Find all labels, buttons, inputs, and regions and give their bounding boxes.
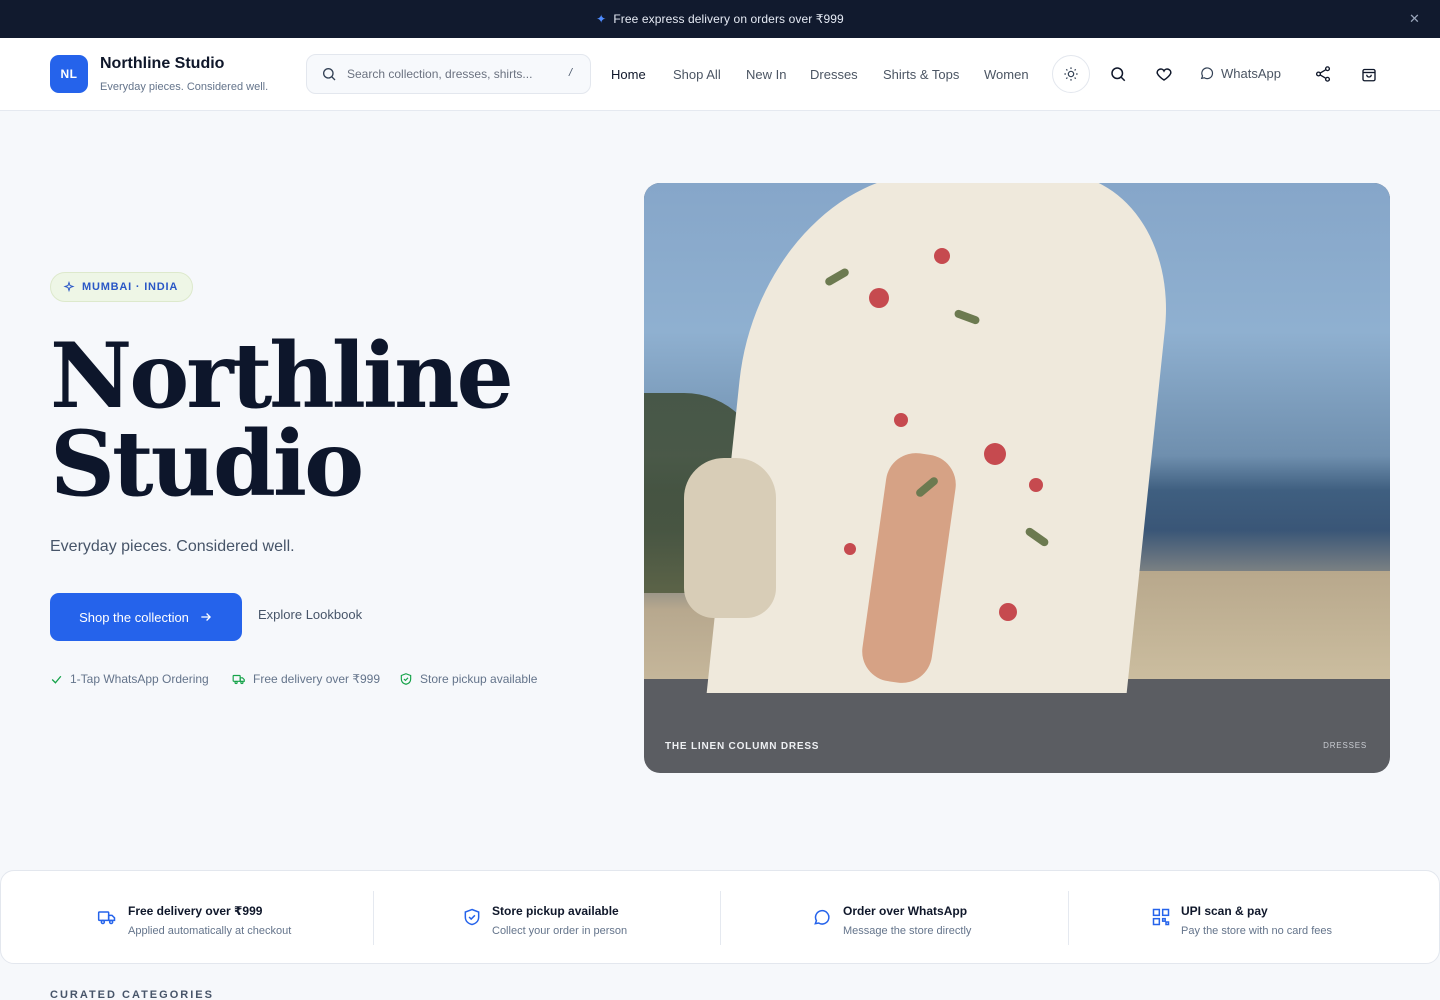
explore-lookbook-link[interactable]: Explore Lookbook [258,607,362,622]
perk-delivery: Free delivery over ₹999 [232,672,380,686]
whatsapp-label: WhatsApp [1221,65,1281,81]
card-category-tag: DRESSES [1323,741,1367,750]
feature-title: Store pickup available [492,904,619,918]
heart-icon[interactable] [1145,55,1183,93]
search-icon [321,66,337,87]
shield-check-icon [399,672,413,686]
card-caption: THE LINEN COLUMN DRESS [665,741,820,752]
sparkle-icon: ✦ [596,12,607,26]
shop-collection-button[interactable]: Shop the collection [50,593,242,641]
feature-title: Order over WhatsApp [843,904,968,918]
nav-new-in[interactable]: New In [746,67,786,82]
perk-label: 1-Tap WhatsApp Ordering [70,672,209,686]
perk-pickup: Store pickup available [399,672,537,686]
nav-women[interactable]: Women [984,67,1029,82]
sparkle-icon [63,281,75,293]
features-strip: Free delivery over ₹999 Applied automati… [0,870,1440,964]
truck-icon [97,907,117,927]
arrow-right-icon [199,610,213,624]
feature-title: UPI scan & pay [1181,904,1268,918]
brand-name[interactable]: Northline Studio [100,55,224,73]
feature-desc: Pay the store with no card fees [1181,925,1333,937]
hero-title-line2: Studio [50,411,364,517]
qr-code-icon [1151,907,1171,927]
search-shortcut-hint: / [568,67,572,79]
shield-check-icon [462,907,482,927]
chat-icon [812,907,832,927]
perk-label: Store pickup available [420,672,538,686]
hero-subtitle: Everyday pieces. Considered well. [50,538,295,555]
location-chip: MUMBAI · INDIA [50,272,194,302]
nav-home[interactable]: Home [611,67,646,82]
logo-badge[interactable]: NL [50,55,88,93]
truck-icon [232,672,246,686]
nav-shop-all[interactable]: Shop All [673,67,721,82]
search-box[interactable]: / [306,54,591,94]
site-header: NL Northline Studio Everyday pieces. Con… [0,38,1440,111]
close-icon[interactable]: ✕ [1409,11,1420,27]
hero-title-line1: Northline [50,323,514,429]
search-icon[interactable] [1099,55,1137,93]
search-input[interactable] [347,64,547,84]
divider [1068,891,1069,945]
featured-product-card[interactable]: THE LINEN COLUMN DRESS DRESSES [644,183,1390,773]
whatsapp-icon [1199,65,1215,81]
check-icon [50,673,63,686]
announcement-bar: ✦ Free express delivery on orders over ₹… [0,0,1440,38]
share-icon[interactable] [1304,55,1342,93]
hero-photo [644,183,1390,693]
shop-collection-label: Shop the collection [79,609,189,625]
announcement-text: Free express delivery on orders over ₹99… [613,12,844,26]
bag-icon[interactable] [1350,55,1388,93]
feature-desc: Collect your order in person [492,925,628,937]
feature-title: Free delivery over ₹999 [128,904,263,918]
divider [373,891,374,945]
nav-dresses[interactable]: Dresses [810,67,858,82]
theme-toggle-icon[interactable] [1052,55,1090,93]
brand-tagline: Everyday pieces. Considered well. [100,81,269,93]
location-chip-label: MUMBAI · INDIA [82,281,179,293]
perk-whatsapp: 1-Tap WhatsApp Ordering [50,672,209,686]
hero-title: Northline Studio [50,323,514,517]
curated-categories-heading: CURATED CATEGORIES [50,989,214,1000]
whatsapp-link[interactable]: WhatsApp [1199,65,1281,81]
nav-shirts-tops[interactable]: Shirts & Tops [883,67,959,82]
feature-desc: Message the store directly [843,925,972,937]
feature-desc: Applied automatically at checkout [128,925,292,937]
perk-label: Free delivery over ₹999 [253,672,381,686]
divider [720,891,721,945]
